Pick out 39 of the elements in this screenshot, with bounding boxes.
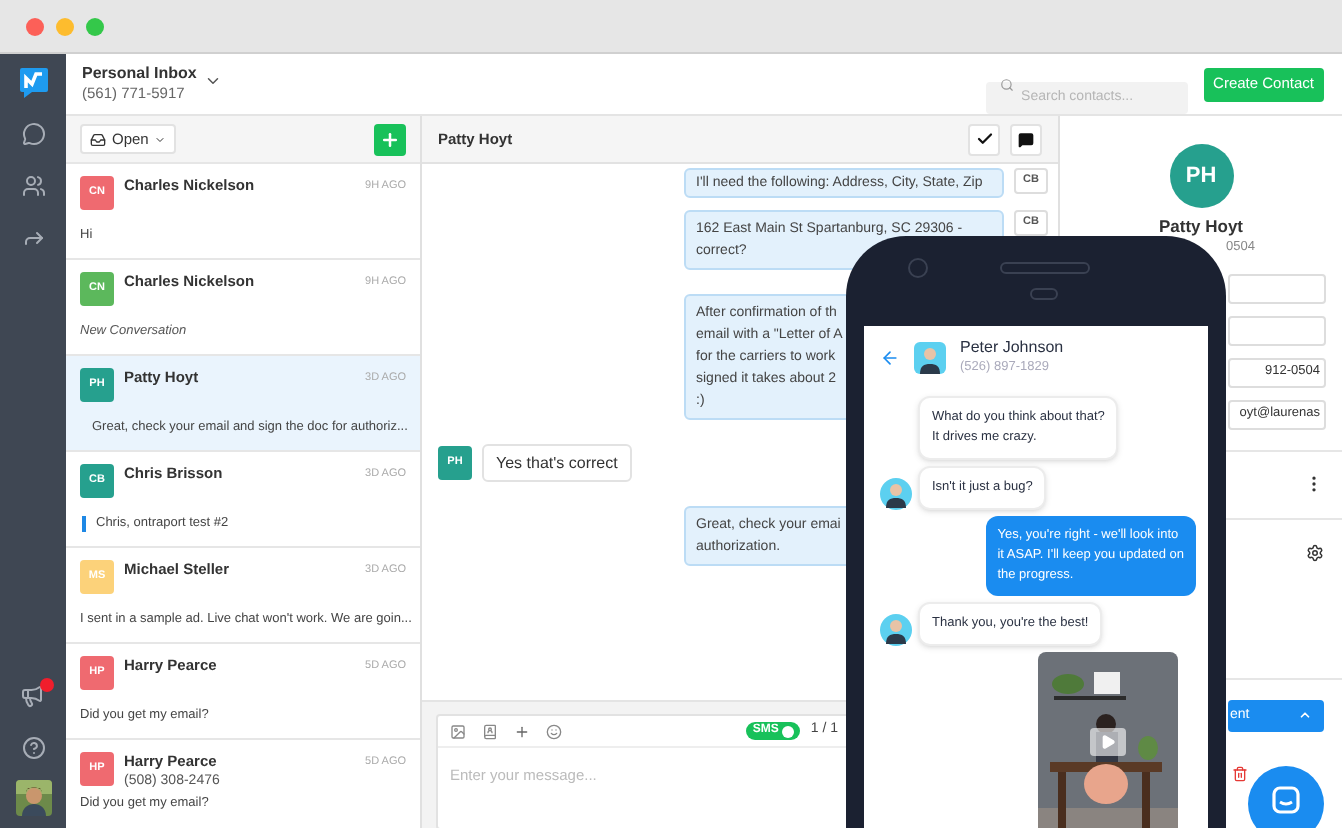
image-icon[interactable] xyxy=(450,723,466,739)
chat-icon[interactable] xyxy=(21,122,45,146)
chevron-down-icon[interactable] xyxy=(204,72,223,90)
speaker-icon xyxy=(1000,262,1090,274)
search-icon xyxy=(999,77,1014,91)
camera-icon xyxy=(908,258,928,278)
help-icon[interactable] xyxy=(21,736,45,760)
contact-avatar xyxy=(914,341,946,373)
contact-name: Patty Hoyt xyxy=(1158,214,1244,240)
settings-icon[interactable] xyxy=(1306,543,1324,562)
add-button[interactable] xyxy=(374,123,406,155)
resolve-button[interactable] xyxy=(968,123,1000,155)
trash-icon[interactable] xyxy=(1232,765,1248,782)
avatar-icon xyxy=(880,614,912,646)
back-arrow-icon[interactable] xyxy=(880,347,900,367)
comment-button[interactable] xyxy=(1010,123,1042,155)
avatar-icon xyxy=(880,478,912,510)
caret-icon xyxy=(1298,708,1312,723)
contact-field[interactable] xyxy=(1228,273,1326,304)
inbox-icon xyxy=(90,131,106,147)
forward-icon[interactable] xyxy=(21,226,45,250)
sensor-icon xyxy=(1030,288,1058,300)
contacts-icon[interactable] xyxy=(21,174,45,198)
comment-icon xyxy=(1018,131,1034,147)
logo-icon[interactable] xyxy=(17,66,49,98)
contact-avatar: PH xyxy=(1169,144,1233,208)
emoji-icon[interactable] xyxy=(546,723,562,739)
contact-card-icon[interactable] xyxy=(482,723,498,739)
play-icon[interactable] xyxy=(1090,728,1126,756)
contact-field[interactable] xyxy=(1228,315,1326,346)
plus-icon[interactable] xyxy=(514,723,530,739)
plus-icon xyxy=(380,129,400,149)
check-icon xyxy=(975,130,993,148)
megaphone-icon[interactable] xyxy=(19,684,47,712)
inbox-title: Personal Inbox xyxy=(82,64,197,84)
chat-widget-button[interactable] xyxy=(1248,766,1324,828)
caret-icon xyxy=(154,133,167,145)
message-bubble: Yes that's correct xyxy=(482,444,632,482)
chat-icon xyxy=(1272,786,1300,814)
